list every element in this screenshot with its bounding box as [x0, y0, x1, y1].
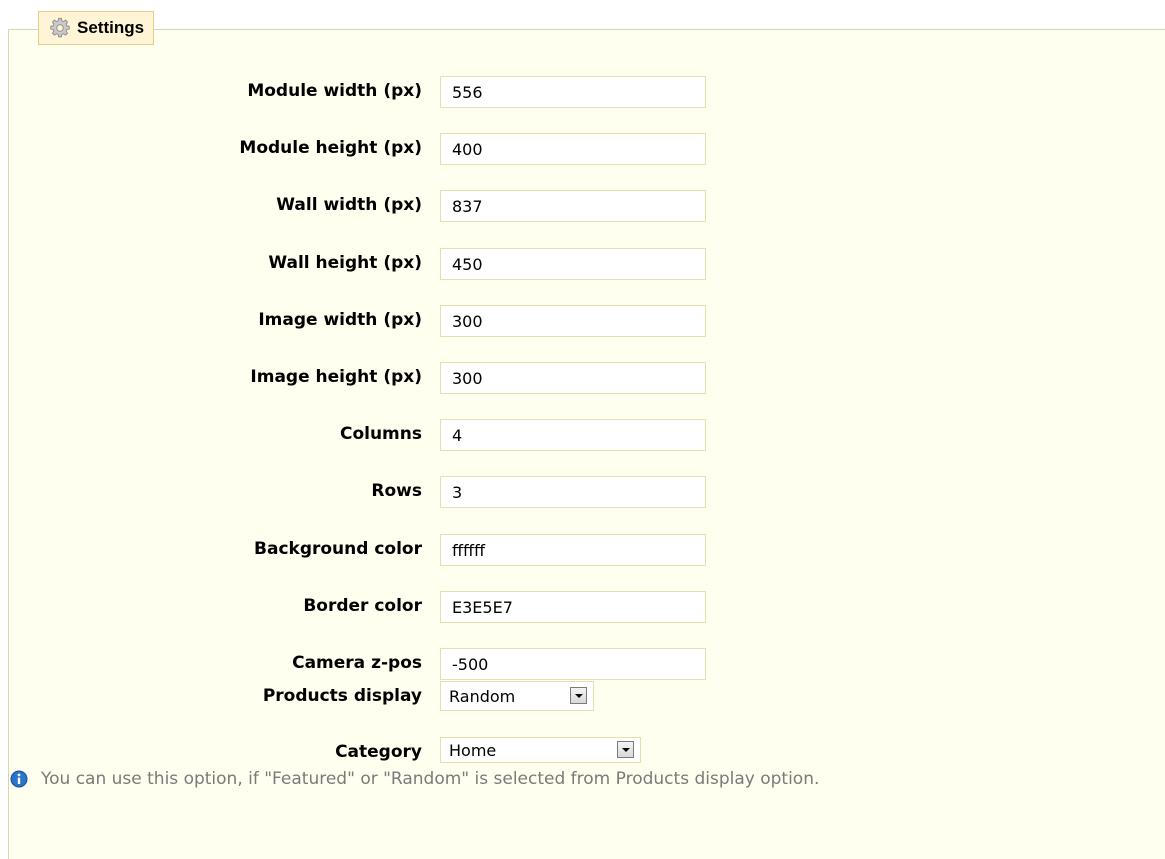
field-input[interactable] — [440, 419, 706, 451]
field-label: Camera z-pos — [292, 653, 422, 673]
form-row: Module height (px) — [0, 133, 1165, 165]
products-display-value: Random — [449, 686, 516, 706]
products-display-row: Products display Random — [0, 681, 1165, 713]
field-input[interactable] — [440, 648, 706, 680]
field-input[interactable] — [440, 248, 706, 280]
field-label: Border color — [303, 596, 422, 616]
field-label: Module height (px) — [239, 138, 422, 158]
field-input[interactable] — [440, 362, 706, 394]
category-label: Category — [335, 742, 422, 762]
chevron-down-icon[interactable] — [617, 741, 634, 758]
field-input[interactable] — [440, 591, 706, 623]
form-row: Camera z-pos — [0, 648, 1165, 680]
hint-text: You can use this option, if "Featured" o… — [41, 769, 820, 789]
field-label: Background color — [254, 539, 422, 559]
products-display-label: Products display — [262, 686, 422, 706]
info-icon — [10, 770, 28, 788]
field-input[interactable] — [440, 133, 706, 165]
settings-legend: Settings — [38, 11, 155, 45]
field-label: Image height (px) — [250, 367, 422, 387]
form-row: Module width (px) — [0, 76, 1165, 108]
gear-icon — [50, 17, 70, 38]
legend-title: Settings — [77, 18, 145, 37]
field-label: Columns — [339, 424, 422, 444]
field-input[interactable] — [440, 190, 706, 222]
form-row: Background color — [0, 534, 1165, 566]
chevron-down-icon[interactable] — [570, 687, 587, 704]
form-row: Image width (px) — [0, 305, 1165, 337]
form-row: Columns — [0, 419, 1165, 451]
products-display-select[interactable]: Random — [440, 681, 594, 711]
category-row: Category Home — [0, 735, 1165, 767]
form-row: Image height (px) — [0, 362, 1165, 394]
category-select[interactable]: Home — [440, 737, 641, 763]
form-row: Wall height (px) — [0, 248, 1165, 280]
field-input[interactable] — [440, 76, 706, 108]
field-label: Wall width (px) — [276, 195, 422, 215]
field-input[interactable] — [440, 534, 706, 566]
field-label: Image width (px) — [258, 310, 422, 330]
field-input[interactable] — [440, 476, 706, 508]
field-label: Wall height (px) — [268, 253, 422, 273]
form-row: Wall width (px) — [0, 190, 1165, 222]
form-row: Border color — [0, 591, 1165, 623]
field-label: Rows — [371, 481, 422, 501]
field-input[interactable] — [440, 305, 706, 337]
category-value: Home — [449, 740, 497, 760]
form-row: Rows — [0, 476, 1165, 508]
field-label: Module width (px) — [247, 81, 422, 101]
category-hint: You can use this option, if "Featured" o… — [10, 769, 819, 789]
